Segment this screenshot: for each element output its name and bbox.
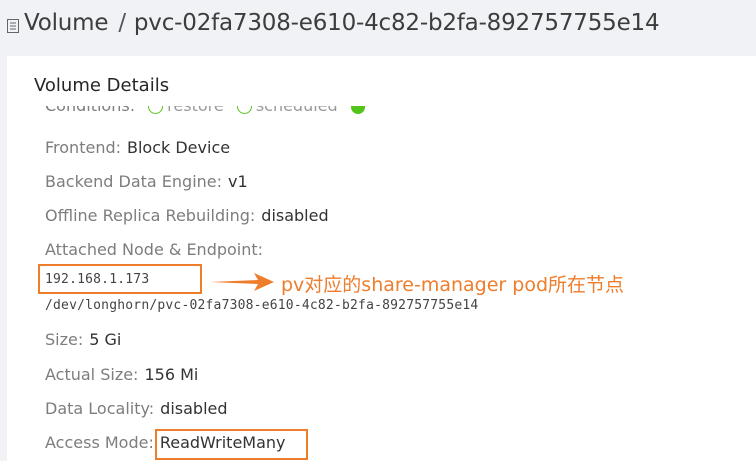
annotation-box-node-ip <box>38 264 202 294</box>
frontend-value: Block Device <box>127 138 231 157</box>
frontend-row: Frontend: Block Device <box>45 138 230 157</box>
annotation-arrow-icon <box>210 273 274 291</box>
check-badge-icon <box>350 106 365 114</box>
backend-engine-row: Backend Data Engine: v1 <box>45 172 248 191</box>
card-title: Volume Details <box>34 75 170 96</box>
offline-rebuilding-value: disabled <box>261 206 329 225</box>
breadcrumb-volume-name: pvc-02fa7308-e610-4c82-b2fa-892757755e14 <box>133 10 660 36</box>
attached-label: Attached Node & Endpoint: <box>45 240 264 259</box>
check-circle-icon <box>148 106 164 114</box>
annotation-text: pv对应的share-manager pod所在节点 <box>281 274 625 296</box>
volume-details-card: Volume Details Conditions: restore sched… <box>7 56 756 461</box>
conditions-row: Conditions: restore scheduled <box>45 106 365 115</box>
page-header: Volume / pvc-02fa7308-e610-4c82-b2fa-89275… <box>0 0 756 52</box>
volume-icon <box>7 19 19 33</box>
condition-scheduled: scheduled <box>256 106 338 115</box>
offline-rebuilding-row: Offline Replica Rebuilding: disabled <box>45 206 329 225</box>
data-locality-value: disabled <box>160 399 228 418</box>
breadcrumb-separator: / <box>118 10 126 36</box>
data-locality-label: Data Locality: <box>45 399 155 418</box>
backend-engine-value: v1 <box>228 172 248 191</box>
offline-rebuilding-label: Offline Replica Rebuilding: <box>45 206 256 225</box>
frontend-label: Frontend: <box>45 138 121 157</box>
actual-size-value: 156 Mi <box>144 365 199 384</box>
breadcrumb-volume-link[interactable]: Volume <box>24 10 109 36</box>
actual-size-label: Actual Size: <box>45 365 139 384</box>
size-label: Size: <box>45 330 84 349</box>
backend-engine-label: Backend Data Engine: <box>45 172 223 191</box>
endpoint-path: /dev/longhorn/pvc-02fa7308-e610-4c82-b2f… <box>45 298 479 313</box>
annotation-box-access-mode <box>155 429 308 460</box>
attached-row: Attached Node & Endpoint: <box>45 240 263 259</box>
access-mode-label: Access Mode: <box>45 433 154 452</box>
condition-restore: restore <box>167 106 224 115</box>
check-circle-icon <box>236 106 252 114</box>
data-locality-row: Data Locality: disabled <box>45 399 228 418</box>
conditions-label: Conditions: <box>45 106 135 115</box>
actual-size-row: Actual Size: 156 Mi <box>45 365 198 384</box>
size-value: 5 Gi <box>89 330 122 349</box>
breadcrumb: Volume / pvc-02fa7308-e610-4c82-b2fa-89275… <box>24 10 660 36</box>
size-row: Size: 5 Gi <box>45 330 121 349</box>
